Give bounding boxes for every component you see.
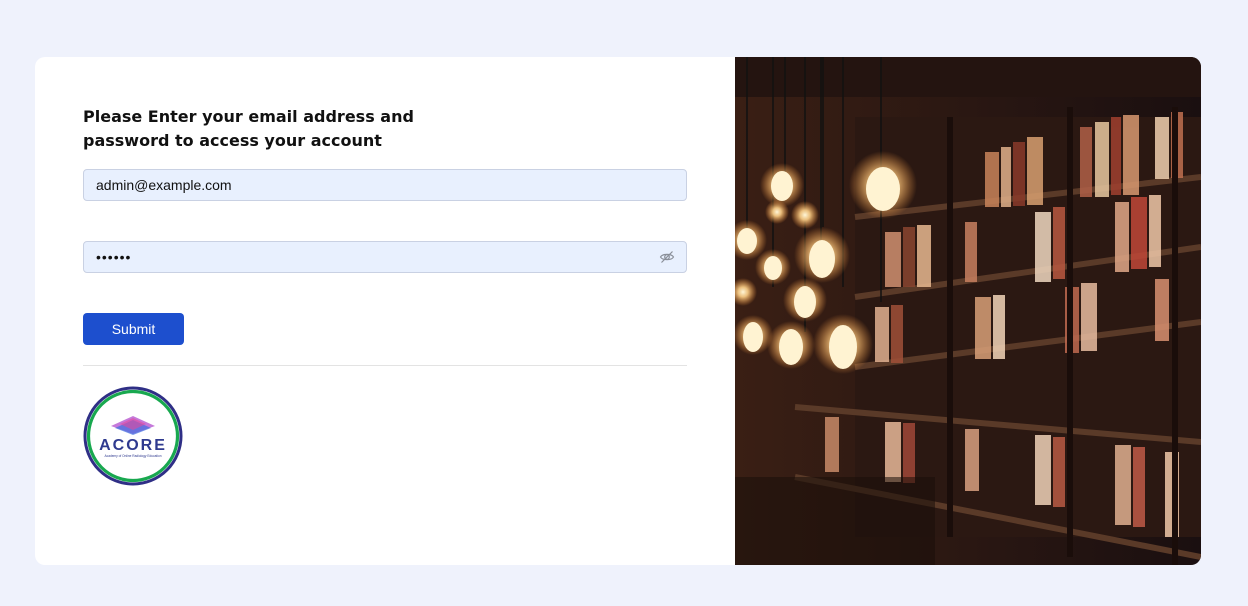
logo-wordmark: ACORE [99,437,167,454]
library-photo [735,57,1201,565]
eye-slash-icon[interactable] [659,249,675,265]
email-input[interactable] [83,169,687,201]
logo-tagline: Academy of Online Radiology Education [104,454,161,458]
acore-logo: ACORE Academy of Online Radiology Educat… [83,386,183,486]
divider [83,365,687,366]
login-card: Please Enter your email address and pass… [35,57,1201,565]
library-shelves-image [735,57,1201,565]
form-heading: Please Enter your email address and pass… [83,107,414,150]
login-form-panel: Please Enter your email address and pass… [35,57,735,565]
submit-button[interactable]: Submit [83,313,184,345]
password-input[interactable] [83,241,687,273]
